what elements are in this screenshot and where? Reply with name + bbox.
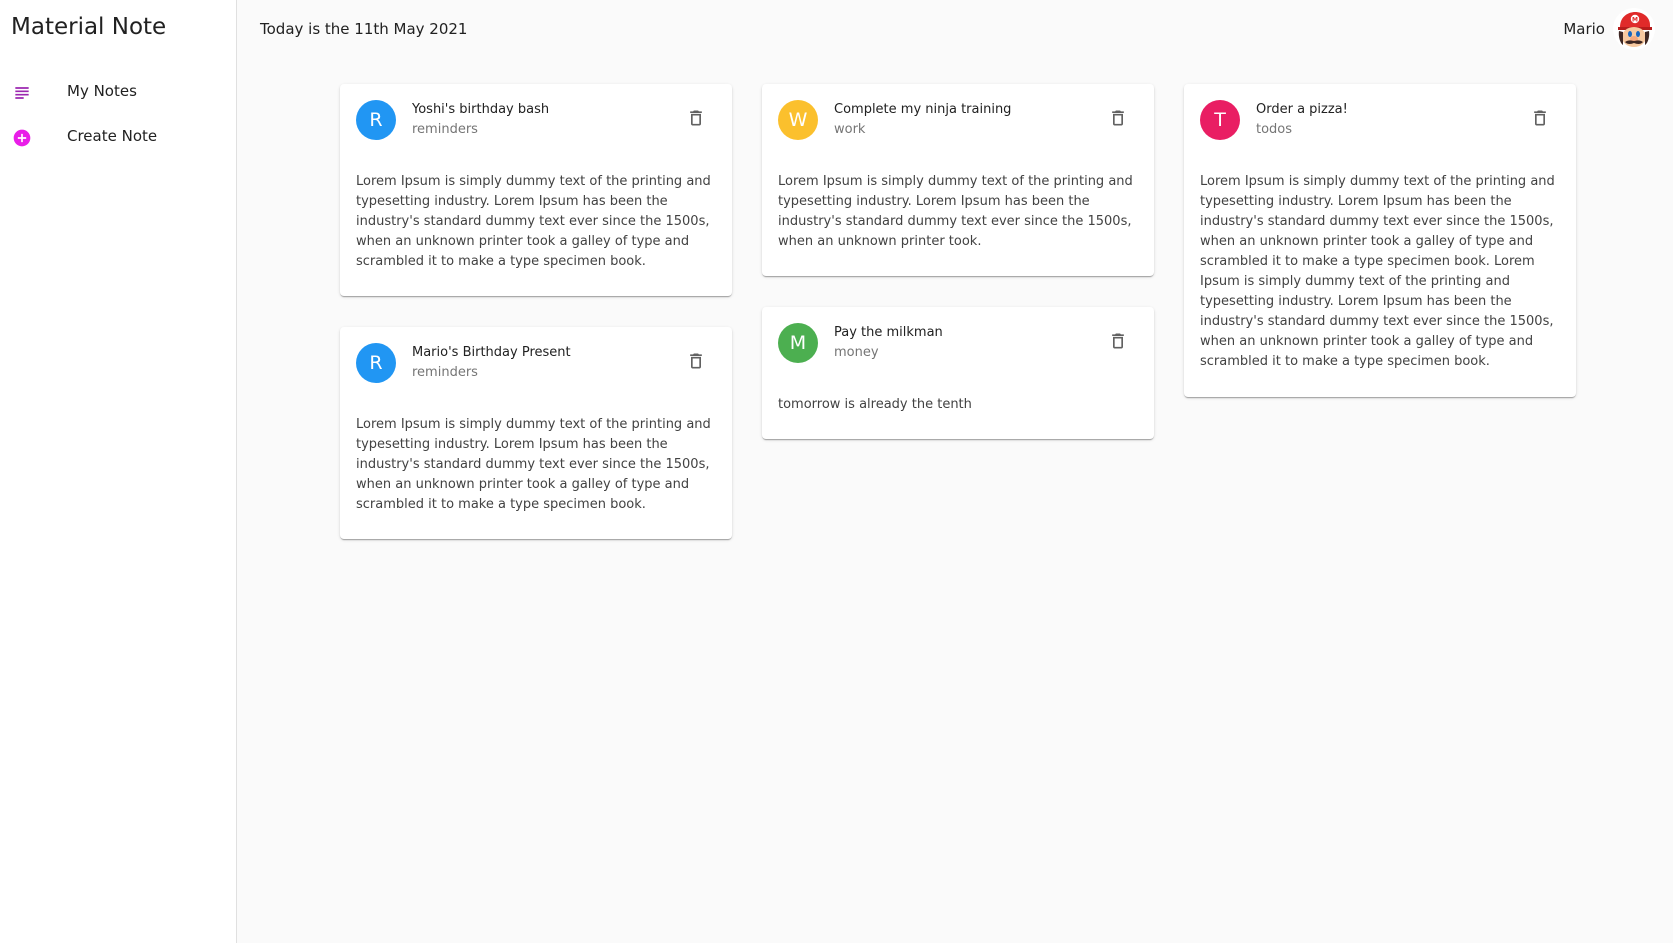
- sidebar-item-my-notes[interactable]: My Notes: [0, 71, 235, 113]
- add-circle-icon: [12, 128, 32, 148]
- note-details: Lorem Ipsum is simply dummy text of the …: [778, 174, 1133, 249]
- note-card: M Pay the milkman money tomorrow is alre…: [762, 307, 1154, 439]
- note-category: reminders: [412, 365, 478, 380]
- category-avatar: M: [778, 323, 818, 363]
- note-category: todos: [1256, 122, 1293, 137]
- delete-button[interactable]: [676, 98, 716, 138]
- delete-button[interactable]: [676, 341, 716, 381]
- svg-text:M: M: [1632, 17, 1638, 24]
- sidebar-item-label: My Notes: [67, 82, 137, 100]
- delete-outline-icon: [690, 353, 702, 369]
- delete-button[interactable]: [1520, 98, 1560, 138]
- sidebar-item-label: Create Note: [67, 127, 158, 145]
- note-title: Pay the milkman: [834, 325, 943, 340]
- mario-avatar-icon: M: [1613, 8, 1655, 50]
- delete-button[interactable]: [1098, 321, 1138, 361]
- note-title: Mario's Birthday Present: [412, 345, 571, 360]
- note-title: Yoshi's birthday bash: [412, 102, 550, 117]
- note-category: money: [834, 345, 879, 360]
- delete-outline-icon: [1534, 110, 1546, 126]
- sidebar-item-create-note[interactable]: Create Note: [0, 116, 235, 158]
- sidebar-drawer: Material Note My Notes Create Note: [0, 0, 237, 943]
- delete-outline-icon: [690, 110, 702, 126]
- note-card: T Order a pizza! todos Lorem Ipsum is si…: [1184, 84, 1576, 397]
- note-title: Order a pizza!: [1256, 102, 1348, 117]
- delete-outline-icon: [1112, 110, 1124, 126]
- note-title: Complete my ninja training: [834, 102, 1012, 117]
- note-details: Lorem Ipsum is simply dummy text of the …: [1200, 174, 1555, 369]
- note-card: R Mario's Birthday Present reminders Lor…: [340, 327, 732, 539]
- subject-icon: [12, 83, 32, 103]
- category-avatar: R: [356, 100, 396, 140]
- app-title: Material Note: [11, 14, 167, 40]
- delete-outline-icon: [1112, 333, 1124, 349]
- note-category: work: [834, 122, 866, 137]
- delete-button[interactable]: [1098, 98, 1138, 138]
- avatar[interactable]: M: [1613, 8, 1655, 50]
- category-avatar: R: [356, 343, 396, 383]
- user-name: Mario: [1563, 20, 1605, 38]
- note-details: Lorem Ipsum is simply dummy text of the …: [356, 417, 711, 512]
- note-category: reminders: [412, 122, 478, 137]
- note-details: Lorem Ipsum is simply dummy text of the …: [356, 174, 711, 269]
- note-card: R Yoshi's birthday bash reminders Lorem …: [340, 84, 732, 296]
- app-bar: Today is the 11th May 2021 Mario M: [237, 0, 1673, 58]
- category-avatar: T: [1200, 100, 1240, 140]
- date-text: Today is the 11th May 2021: [260, 20, 468, 38]
- note-details: tomorrow is already the tenth: [778, 397, 972, 412]
- category-avatar: W: [778, 100, 818, 140]
- note-card: W Complete my ninja training work Lorem …: [762, 84, 1154, 276]
